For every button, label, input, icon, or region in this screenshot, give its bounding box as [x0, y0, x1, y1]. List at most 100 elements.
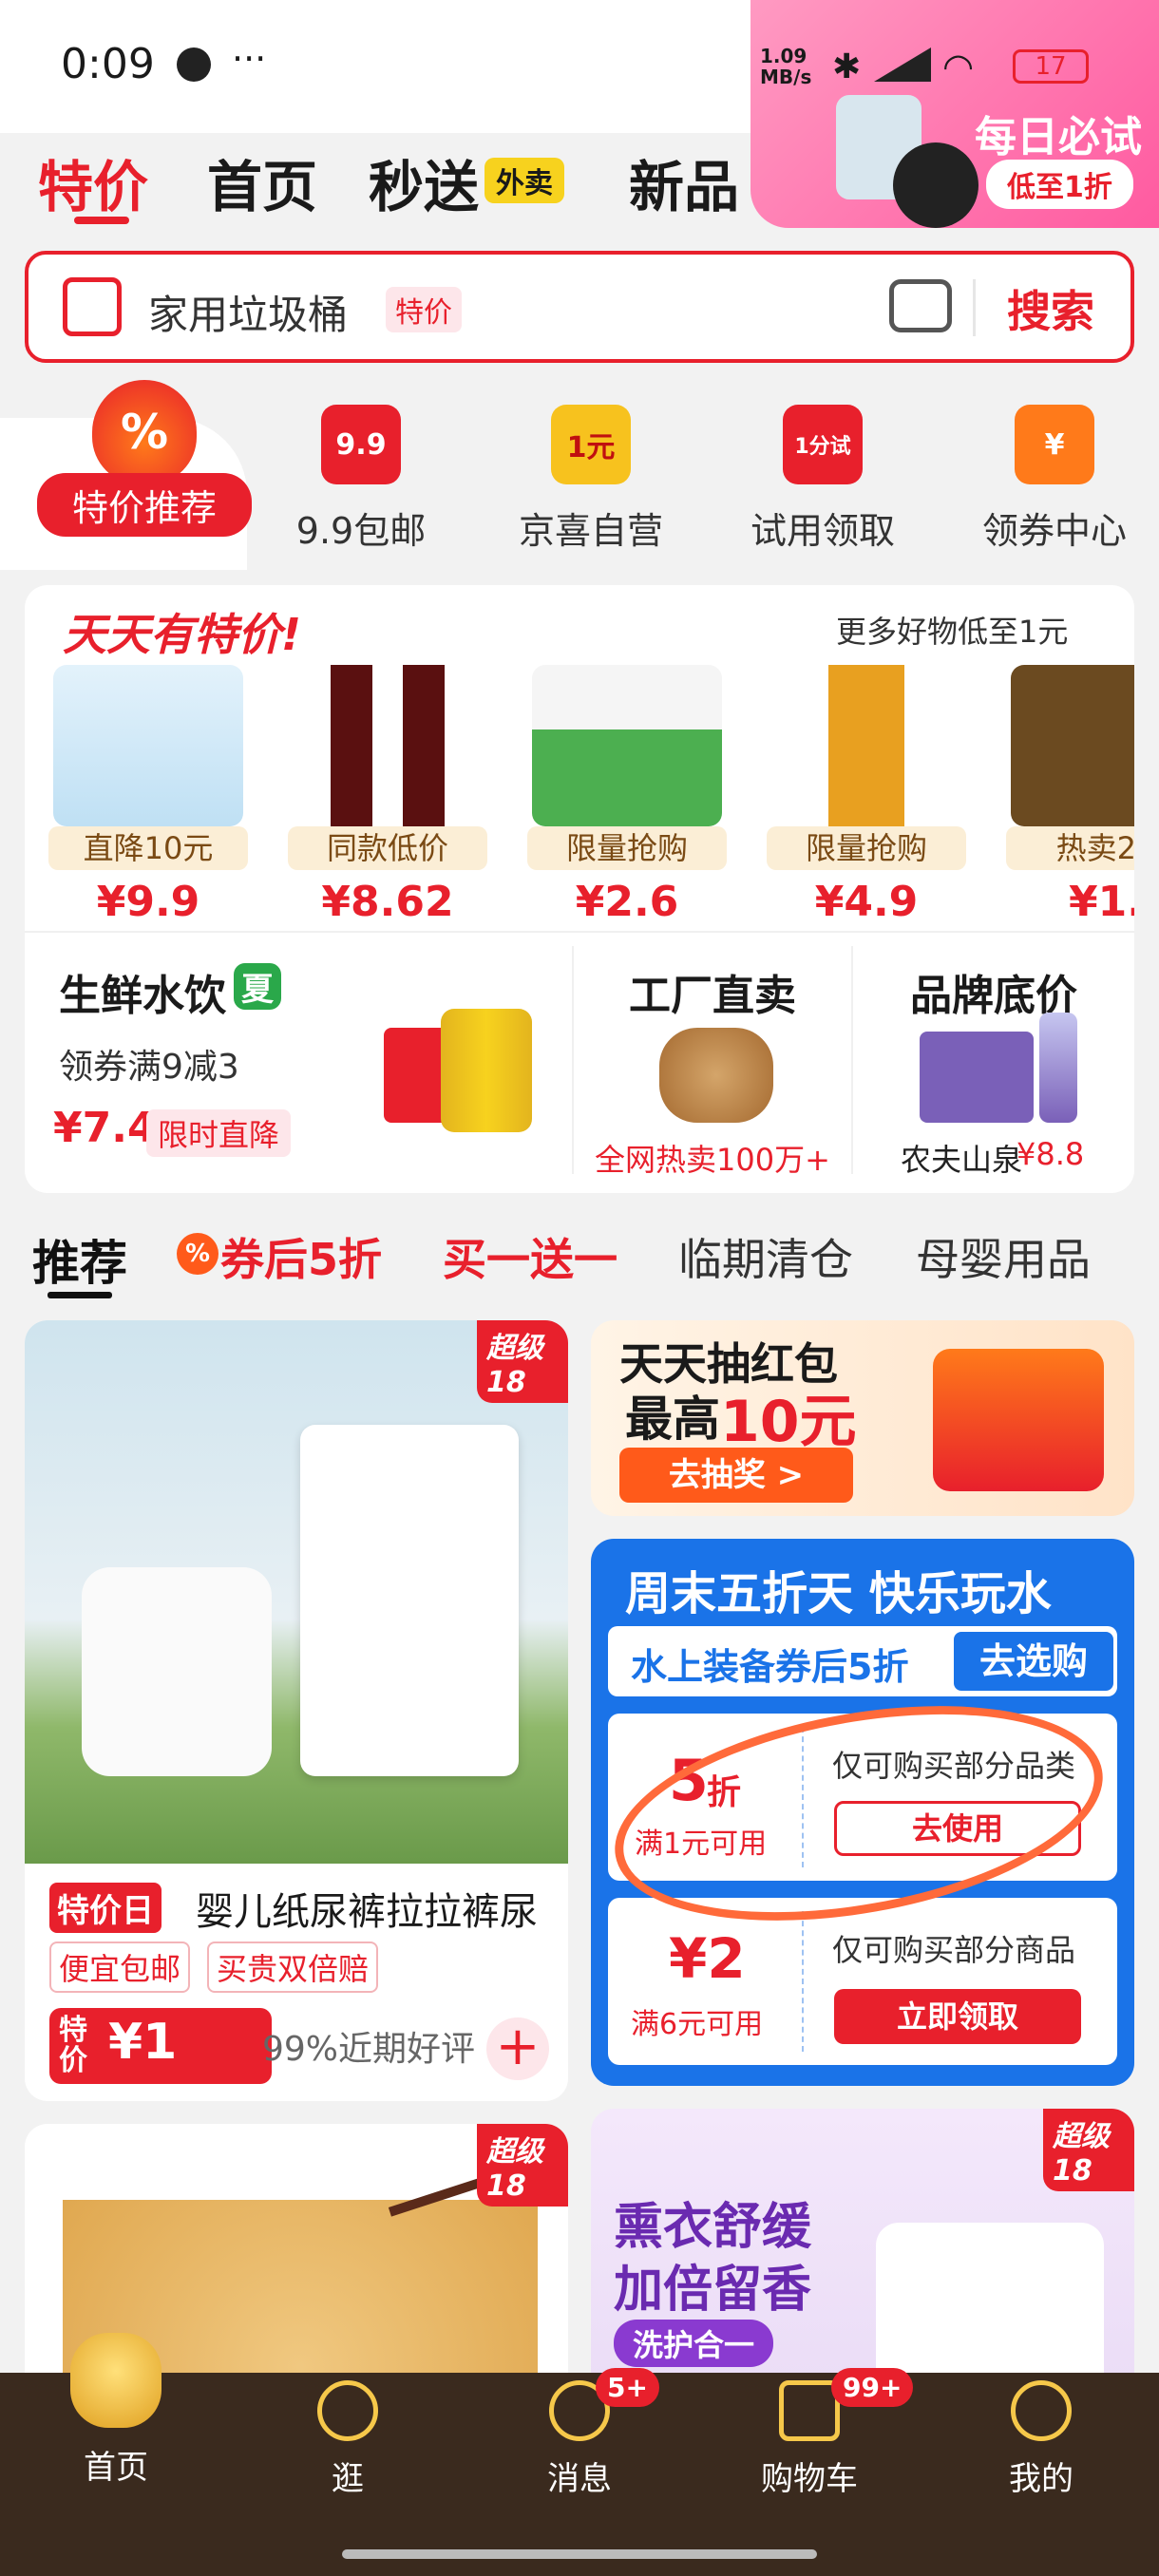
soy-sauce-image [293, 665, 483, 826]
category-label: 9.9包邮 [295, 510, 427, 552]
nav-browse[interactable]: 逛 [272, 2380, 424, 2499]
fire-percent-icon: % [92, 380, 197, 484]
detergent-line2: 加倍留香 [614, 2262, 812, 2319]
message-icon: 5+ [549, 2368, 659, 2441]
tab-baby[interactable]: 母婴用品 [916, 1225, 1091, 1288]
product-price: ¥2.6 [575, 878, 679, 926]
product-price: ¥9.9 [96, 878, 200, 926]
fresh-price: ¥7.4 [53, 1104, 157, 1152]
add-to-cart-button[interactable]: + [486, 2017, 549, 2080]
product-item[interactable]: 直降10元 ¥9.9 [38, 665, 258, 926]
nav-home[interactable]: 首页 [40, 2333, 192, 2488]
product-item[interactable]: 同款低价 ¥8.62 [277, 665, 498, 926]
nav-messages[interactable]: 5+ 消息 [504, 2368, 659, 2499]
scan-icon[interactable] [63, 277, 122, 336]
sesame-oil-image [771, 665, 961, 826]
nav-label: 逛 [332, 2460, 364, 2498]
category-special[interactable]: % 特价推荐 [30, 380, 258, 537]
status-time: 0:09 [61, 40, 155, 88]
status-more: ··· [232, 38, 267, 80]
search-button[interactable]: 搜索 [1007, 277, 1094, 340]
category-jingxi[interactable]: 1元 京喜自营 [505, 405, 676, 554]
ginger-image [659, 1028, 773, 1123]
category-trial[interactable]: 1分试 试用领取 [737, 405, 908, 554]
water-box-image [920, 1032, 1034, 1123]
weekend-title: 周末五折天 快乐玩水 [625, 1567, 1052, 1620]
lottery-card[interactable]: 天天抽红包 最高 10元 去抽奖 > [591, 1320, 1134, 1516]
nine-nine-icon: 9.9 [321, 405, 401, 484]
price-value: ¥1 [108, 2014, 178, 2071]
lottery-button[interactable]: 去抽奖 > [619, 1448, 853, 1503]
weekend-sub-bar[interactable]: 水上装备券后5折 去选购 [608, 1626, 1117, 1696]
category-label: 试用领取 [750, 510, 895, 552]
promo-sub: 低至1折 [986, 160, 1133, 209]
product-tag: 热卖20 [1006, 826, 1134, 870]
daily-more-link[interactable]: 更多好物低至1元 [836, 608, 1068, 652]
browse-icon [317, 2380, 378, 2441]
promo-corner[interactable]: 每日必试 低至1折 [750, 0, 1159, 228]
tab-special[interactable]: 特价 [38, 142, 148, 222]
super18-badge: 超级18 [477, 2124, 568, 2207]
tab-buy-one-get-one[interactable]: 买一送一 [443, 1225, 618, 1288]
daily-title: 天天有特价! [63, 609, 301, 660]
feed-card-diaper[interactable]: 超级18 特价日 婴儿纸尿裤拉拉裤尿 便宜包邮 买贵双倍赔 特价 ¥1 99%近… [25, 1320, 568, 2101]
bluetooth-icon: ✱ [832, 47, 862, 86]
wifi-icon: ◠ [942, 46, 975, 87]
cart-icon: 99+ [779, 2368, 914, 2441]
diaper-package-image [300, 1425, 519, 1776]
product-item[interactable]: 限量抢购 ¥4.9 [756, 665, 977, 926]
brand-price: ¥8.8 [1016, 1136, 1085, 1172]
medicine-image [532, 665, 722, 826]
search-bar[interactable]: 家用垃圾桶 特价 搜索 [25, 251, 1134, 363]
tab-express[interactable]: 秒送 [369, 142, 479, 222]
category-9-9[interactable]: 9.9 9.9包邮 [276, 405, 446, 554]
claim-coupon-button[interactable]: 立即领取 [834, 1989, 1081, 2044]
product-item[interactable]: 限量抢购 ¥2.6 [517, 665, 737, 926]
fresh-section[interactable]: 生鲜水饮 夏 领券满9减3 ¥7.4 限时直降 [25, 933, 572, 1193]
search-input[interactable]: 家用垃圾桶 [148, 283, 348, 341]
camera-icon[interactable] [889, 279, 952, 332]
profile-icon [1011, 2380, 1072, 2441]
go-shop-button[interactable]: 去选购 [954, 1632, 1113, 1691]
fresh-badge: 夏 [234, 963, 281, 1010]
feed-card-detergent[interactable]: 超级18 熏衣舒缓 加倍留香 洗护合一 [591, 2109, 1134, 2409]
rating-text: 99%近期好评 [262, 2030, 476, 2069]
nav-me[interactable]: 我的 [965, 2380, 1117, 2499]
tab-recommend[interactable]: 推荐 [32, 1225, 127, 1294]
category-label: 京喜自营 [518, 510, 663, 552]
tab-coupon-half[interactable]: 券后5折 [220, 1225, 382, 1288]
tab-indicator [74, 217, 129, 224]
nav-cart[interactable]: 99+ 购物车 [733, 2368, 914, 2499]
feed-tag: 买贵双倍赔 [207, 1941, 379, 1993]
product-item[interactable]: 热卖20 ¥1. [996, 665, 1134, 926]
lottery-line2: 最高 [625, 1392, 720, 1447]
search-divider [973, 279, 976, 336]
tab-indicator [48, 1292, 112, 1298]
product-price: ¥8.62 [321, 878, 454, 926]
promo-title: 每日必试 [975, 113, 1142, 161]
product-tag: 同款低价 [288, 826, 487, 870]
tab-home[interactable]: 首页 [207, 142, 317, 222]
product-tag: 限量抢购 [527, 826, 727, 870]
trial-icon: 1分试 [783, 405, 863, 484]
product-price: ¥1. [1069, 878, 1134, 926]
price-label: 特价 [59, 2014, 87, 2077]
diaper-image [53, 665, 243, 826]
mascot-icon [70, 2333, 162, 2428]
feed-title: 婴儿纸尿裤拉拉裤尿 [196, 1890, 538, 1934]
factory-section[interactable]: 工厂直卖 全网热卖100万+ [574, 933, 851, 1193]
coupon-condition: 满6元可用 [631, 2008, 764, 2041]
brand-section[interactable]: 品牌底价 农夫山泉 ¥8.8 [853, 933, 1134, 1193]
tab-clearance[interactable]: 临期清仓 [678, 1225, 853, 1288]
home-indicator [342, 2549, 817, 2559]
daily-deals-card: 天天有特价! 更多好物低至1元 直降10元 ¥9.9 同款低价 ¥8.62 限量… [25, 585, 1134, 1193]
pickle-image [1011, 665, 1134, 826]
special-day-badge: 特价日 [49, 1883, 162, 1933]
coupon-divider [802, 1911, 804, 2052]
qq-icon [177, 47, 211, 82]
detergent-tag: 洗护合一 [614, 2320, 774, 2367]
weekend-sub: 水上装备券后5折 [631, 1646, 909, 1688]
tab-new[interactable]: 新品 [629, 142, 739, 222]
product-price: ¥4.9 [814, 878, 919, 926]
category-coupon[interactable]: ¥ 领券中心 [969, 405, 1140, 554]
